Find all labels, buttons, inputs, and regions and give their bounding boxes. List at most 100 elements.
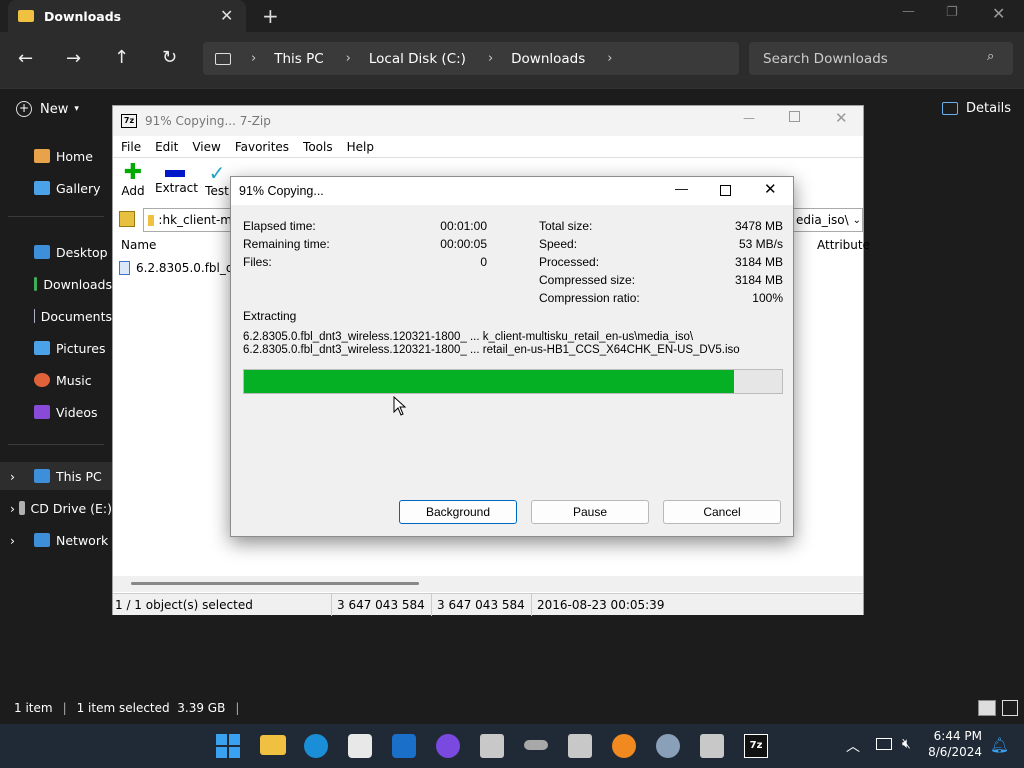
details-label: Details [966,101,1012,116]
breadcrumb-local-disk[interactable]: Local Disk (C:) [369,51,466,67]
cancel-button[interactable]: Cancel [663,500,781,524]
chevron-down-icon[interactable]: ⌄ [853,215,861,226]
nav-item-downloads[interactable]: Downloads [0,270,112,298]
stat-value: 3478 MB [734,219,783,233]
nav-item-desktop[interactable]: Desktop [0,238,112,266]
mouse-cursor-icon [393,396,407,416]
minimize-icon[interactable]: — [675,181,688,196]
volume-icon[interactable]: 🔇︎ [902,736,911,752]
horizontal-scrollbar[interactable] [113,576,863,592]
app-icon-1[interactable] [480,734,504,758]
stat-value: 100% [752,291,783,305]
menu-file[interactable]: File [121,140,141,154]
close-icon[interactable]: ✕ [992,4,1005,23]
back-icon[interactable]: ← [18,48,33,69]
scrollbar-thumb[interactable] [131,582,419,585]
close-icon[interactable]: ✕ [764,180,777,198]
column-name[interactable]: Name [121,238,156,252]
outlook-icon[interactable] [392,734,416,758]
up-icon[interactable]: ↑ [114,47,129,68]
network-status-icon[interactable] [876,738,892,750]
chevron-right-icon[interactable]: › [10,533,34,548]
menu-favorites[interactable]: Favorites [235,140,289,154]
nav-item-pictures[interactable]: Pictures [0,334,112,362]
nav-item-home[interactable]: Home [0,142,112,170]
menu-help[interactable]: Help [347,140,374,154]
maximize-icon[interactable] [789,111,800,122]
tiles-view-icon[interactable] [1002,700,1018,716]
settings-gear-icon[interactable] [656,734,680,758]
path-input-end[interactable]: edia_iso\ ⌄ [793,208,863,232]
minimize-icon[interactable]: — [743,111,755,125]
nav-item-network[interactable]: › Network [0,526,112,554]
edge-icon[interactable] [304,734,328,758]
details-button[interactable]: Details [942,101,1011,116]
status-separator: | [235,701,240,715]
search-placeholder: Search Downloads [763,50,888,67]
start-button[interactable] [216,734,240,758]
stat-value: 3184 MB [734,255,783,269]
maximize-icon[interactable] [720,185,731,196]
search-icon[interactable]: ⌕ [987,49,994,64]
minimize-icon[interactable]: — [902,4,915,19]
copy-progress-dialog: 91% Copying... — ✕ Elapsed time: 00:01:0… [230,176,794,537]
chevron-down-icon: ▾ [74,104,79,114]
maximize-icon[interactable]: ❐ [946,5,958,20]
search-input[interactable]: Search Downloads ⌕ [749,42,1013,75]
app-icon-5[interactable] [700,734,724,758]
nav-item-this-pc[interactable]: › This PC [0,462,112,490]
nav-item-gallery[interactable]: Gallery [0,174,112,202]
stat-label: Compressed size: [539,273,636,287]
clock-date: 8/6/2024 [928,745,982,759]
nav-item-videos[interactable]: Videos [0,398,112,426]
store-icon[interactable] [348,734,372,758]
stat-elapsed: Elapsed time: 00:01:00 [243,217,487,235]
background-button[interactable]: Background [399,500,517,524]
breadcrumb-this-pc[interactable]: This PC [274,51,323,67]
firefox-icon[interactable] [436,734,460,758]
refresh-icon[interactable]: ↻ [162,47,177,68]
extract-button[interactable]: Extract [155,162,198,195]
notification-bell-icon[interactable]: 🔔︎ [990,736,1009,754]
add-button[interactable]: ✚ Add [119,162,147,199]
chevron-right-icon[interactable]: › [10,469,34,484]
app-icon-4[interactable] [612,734,636,758]
path-input[interactable]: :hk_client-m [143,208,233,232]
nav-item-music[interactable]: Music [0,366,112,394]
new-tab-icon[interactable]: + [262,4,279,28]
navigation-pane: Home Gallery Desktop Downloads Documents… [0,132,112,692]
tab-close-icon[interactable]: ✕ [220,6,233,25]
file-explorer-icon[interactable] [260,735,286,755]
nav-item-documents[interactable]: Documents [0,302,112,330]
chevron-right-icon[interactable]: › [10,501,19,516]
app-icon-2[interactable] [524,740,548,750]
stat-label: Remaining time: [243,237,330,251]
chevron-up-icon[interactable]: ︿ [846,736,860,756]
stat-value: 53 MB/s [738,237,783,251]
column-attributes[interactable]: Attribute [817,238,870,252]
breadcrumb-downloads[interactable]: Downloads [511,51,585,67]
network-icon [34,533,50,547]
details-view-icon[interactable] [978,700,996,716]
nav-item-cd-drive[interactable]: › CD Drive (E:) [0,494,112,522]
status-divider [531,594,532,616]
clock[interactable]: 6:44 PM 8/6/2024 [924,728,982,760]
menu-tools[interactable]: Tools [303,140,333,154]
close-icon[interactable]: ✕ [835,109,848,127]
explorer-tab[interactable]: Downloads ✕ [8,0,246,32]
new-button[interactable]: + New ▾ [16,101,79,117]
forward-icon[interactable]: → [66,48,81,69]
test-button[interactable]: ✓ Test [203,162,231,198]
sevenzip-taskbar-icon[interactable]: 7z [744,734,768,758]
folder-up-icon[interactable] [119,211,135,227]
status-modified: 2016-08-23 00:05:39 [537,598,665,612]
menu-view[interactable]: View [192,140,220,154]
status-packed-size: 3 647 043 584 [437,598,525,612]
address-bar[interactable]: › This PC › Local Disk (C:) › Downloads … [203,42,739,75]
progress-bar [243,369,783,394]
pause-button[interactable]: Pause [531,500,649,524]
menu-edit[interactable]: Edit [155,140,178,154]
progress-fill [244,370,734,393]
app-icon-3[interactable] [568,734,592,758]
stat-value: 00:01:00 [440,219,487,233]
